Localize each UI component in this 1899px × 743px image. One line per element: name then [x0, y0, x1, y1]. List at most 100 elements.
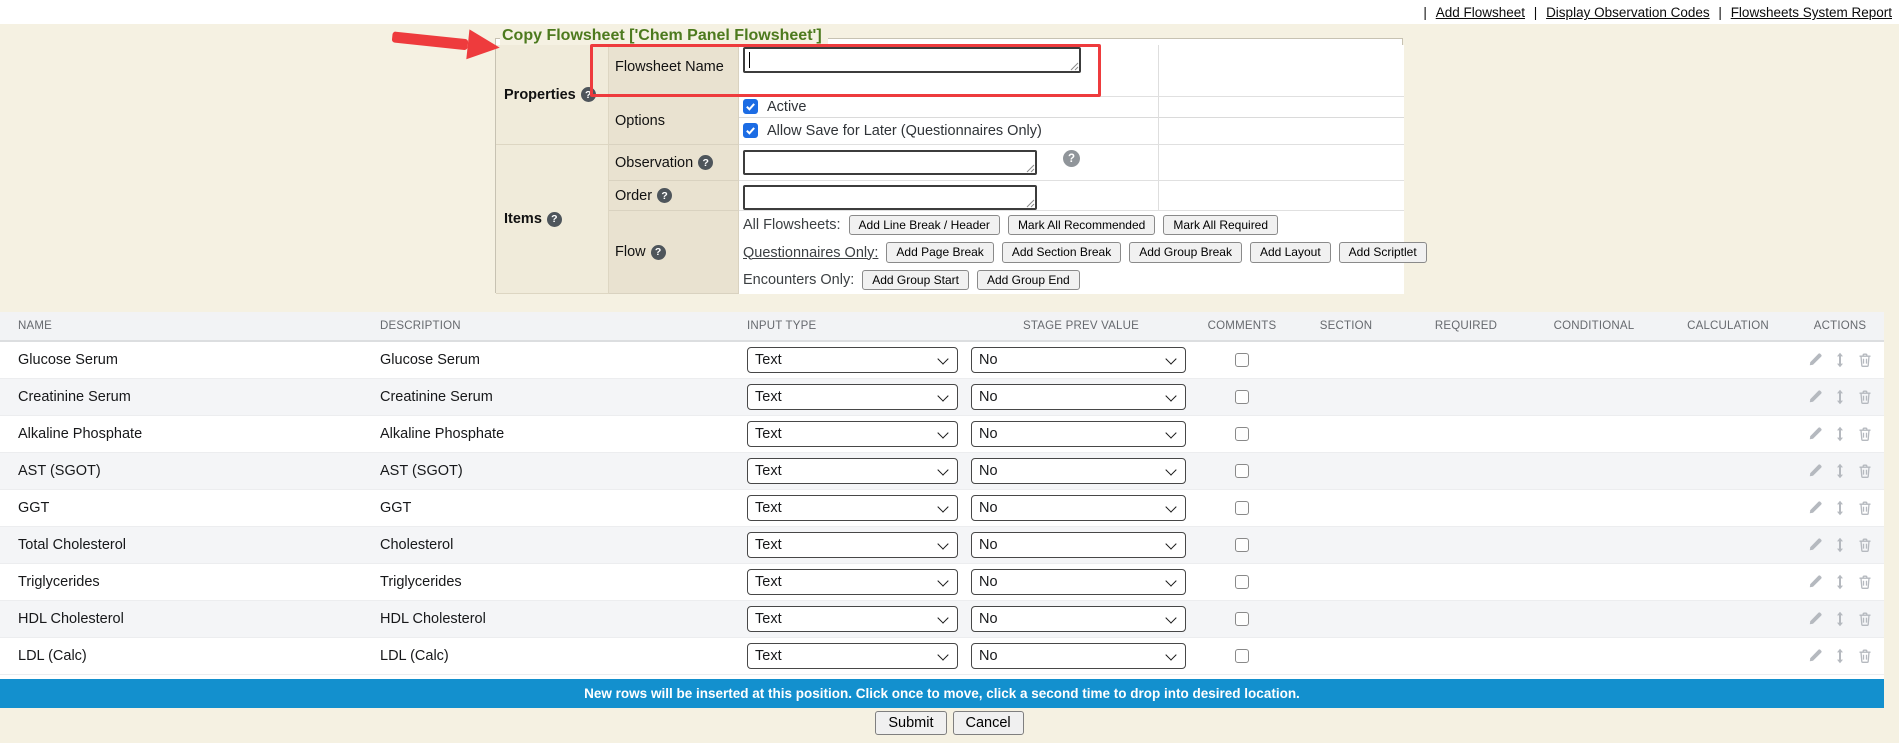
insert-position-bar[interactable]: New rows will be inserted at this positi…	[0, 679, 1884, 708]
input-type-select[interactable]: Text	[747, 532, 958, 558]
table-row: LDL (Calc) LDL (Calc) Text No	[0, 638, 1884, 675]
input-type-select[interactable]: Text	[747, 458, 958, 484]
table-row: AST (SGOT) AST (SGOT) Text No	[0, 453, 1884, 490]
move-icon[interactable]	[1832, 537, 1848, 553]
move-icon[interactable]	[1832, 389, 1848, 405]
stage-prev-value-select[interactable]: No	[971, 421, 1186, 447]
input-type-value: Text	[755, 426, 782, 442]
submit-button[interactable]: Submit	[875, 711, 946, 735]
flow-action-button[interactable]: Add Group End	[977, 270, 1080, 290]
table-row: HDL Cholesterol HDL Cholesterol Text No	[0, 601, 1884, 638]
nav-separator: |	[1718, 5, 1722, 20]
delete-icon[interactable]	[1857, 426, 1873, 442]
flow-action-button[interactable]: Mark All Recommended	[1008, 215, 1155, 235]
input-type-select[interactable]: Text	[747, 606, 958, 632]
stage-prev-value-select[interactable]: No	[971, 532, 1186, 558]
help-icon[interactable]: ?	[1063, 150, 1080, 167]
edit-icon[interactable]	[1807, 463, 1823, 479]
nav-link-display-observation-codes[interactable]: Display Observation Codes	[1546, 5, 1710, 20]
comments-checkbox[interactable]	[1235, 649, 1249, 663]
input-type-select[interactable]: Text	[747, 421, 958, 447]
option-row: Allow Save for Later (Questionnaires Onl…	[739, 118, 1404, 144]
input-type-select[interactable]: Text	[747, 495, 958, 521]
column-header-stage-prev-value: STAGE PREV VALUE	[966, 320, 1196, 332]
flow-action-button[interactable]: Add Line Break / Header	[849, 215, 1000, 235]
delete-icon[interactable]	[1857, 611, 1873, 627]
delete-icon[interactable]	[1857, 352, 1873, 368]
items-group-cell: Items ?	[496, 145, 609, 294]
stage-prev-value-select[interactable]: No	[971, 384, 1186, 410]
chevron-down-icon	[937, 464, 948, 475]
input-type-select[interactable]: Text	[747, 347, 958, 373]
edit-icon[interactable]	[1807, 500, 1823, 516]
item-description: Triglycerides	[366, 574, 738, 590]
flow-row-label: All Flowsheets:	[743, 217, 841, 233]
delete-icon[interactable]	[1857, 537, 1873, 553]
order-input[interactable]	[743, 185, 1037, 210]
options-label-cell: Options	[609, 97, 739, 145]
input-type-select[interactable]: Text	[747, 643, 958, 669]
help-icon[interactable]: ?	[651, 245, 666, 260]
input-type-value: Text	[755, 648, 782, 664]
edit-icon[interactable]	[1807, 648, 1823, 664]
flow-action-button[interactable]: Add Group Start	[862, 270, 969, 290]
flow-action-row: Questionnaires Only:Add Page BreakAdd Se…	[739, 239, 1404, 267]
flow-action-button[interactable]: Add Scriptlet	[1339, 242, 1427, 262]
edit-icon[interactable]	[1807, 537, 1823, 553]
stage-prev-value-select[interactable]: No	[971, 643, 1186, 669]
help-icon[interactable]: ?	[698, 155, 713, 170]
flowsheet-name-input[interactable]	[743, 47, 1081, 73]
move-icon[interactable]	[1832, 648, 1848, 664]
option-checkbox[interactable]	[743, 99, 758, 114]
delete-icon[interactable]	[1857, 389, 1873, 405]
help-icon[interactable]: ?	[657, 188, 672, 203]
comments-checkbox[interactable]	[1235, 575, 1249, 589]
help-icon[interactable]: ?	[547, 212, 562, 227]
delete-icon[interactable]	[1857, 463, 1873, 479]
flow-action-button[interactable]: Add Layout	[1250, 242, 1331, 262]
stage-prev-value-select[interactable]: No	[971, 569, 1186, 595]
edit-icon[interactable]	[1807, 389, 1823, 405]
flow-action-button[interactable]: Add Section Break	[1002, 242, 1121, 262]
comments-checkbox[interactable]	[1235, 427, 1249, 441]
move-icon[interactable]	[1832, 500, 1848, 516]
delete-icon[interactable]	[1857, 648, 1873, 664]
nav-link-add-flowsheet[interactable]: Add Flowsheet	[1436, 5, 1525, 20]
stage-prev-value-select[interactable]: No	[971, 347, 1186, 373]
comments-checkbox[interactable]	[1235, 353, 1249, 367]
input-type-select[interactable]: Text	[747, 569, 958, 595]
stage-prev-value-select[interactable]: No	[971, 606, 1186, 632]
chevron-down-icon	[937, 649, 948, 660]
stage-prev-value-select[interactable]: No	[971, 495, 1186, 521]
nav-separator: |	[1423, 5, 1427, 20]
observation-input[interactable]	[743, 150, 1037, 175]
comments-checkbox[interactable]	[1235, 612, 1249, 626]
delete-icon[interactable]	[1857, 574, 1873, 590]
edit-icon[interactable]	[1807, 611, 1823, 627]
comments-checkbox[interactable]	[1235, 538, 1249, 552]
move-icon[interactable]	[1832, 426, 1848, 442]
edit-icon[interactable]	[1807, 574, 1823, 590]
flow-action-button[interactable]: Mark All Required	[1163, 215, 1278, 235]
comments-checkbox[interactable]	[1235, 464, 1249, 478]
input-type-select[interactable]: Text	[747, 384, 958, 410]
edit-icon[interactable]	[1807, 426, 1823, 442]
item-name: Total Cholesterol	[0, 537, 366, 553]
comments-checkbox[interactable]	[1235, 390, 1249, 404]
flow-action-button[interactable]: Add Group Break	[1129, 242, 1242, 262]
help-icon[interactable]: ?	[581, 87, 596, 102]
move-icon[interactable]	[1832, 611, 1848, 627]
nav-link-flowsheets-system-report[interactable]: Flowsheets System Report	[1731, 5, 1892, 20]
delete-icon[interactable]	[1857, 500, 1873, 516]
cancel-button[interactable]: Cancel	[953, 711, 1024, 735]
edit-icon[interactable]	[1807, 352, 1823, 368]
stage-prev-value-select[interactable]: No	[971, 458, 1186, 484]
move-icon[interactable]	[1832, 352, 1848, 368]
comments-checkbox[interactable]	[1235, 501, 1249, 515]
option-checkbox[interactable]	[743, 123, 758, 138]
move-icon[interactable]	[1832, 463, 1848, 479]
item-description: HDL Cholesterol	[366, 611, 738, 627]
item-description: LDL (Calc)	[366, 648, 738, 664]
move-icon[interactable]	[1832, 574, 1848, 590]
flow-action-button[interactable]: Add Page Break	[886, 242, 993, 262]
